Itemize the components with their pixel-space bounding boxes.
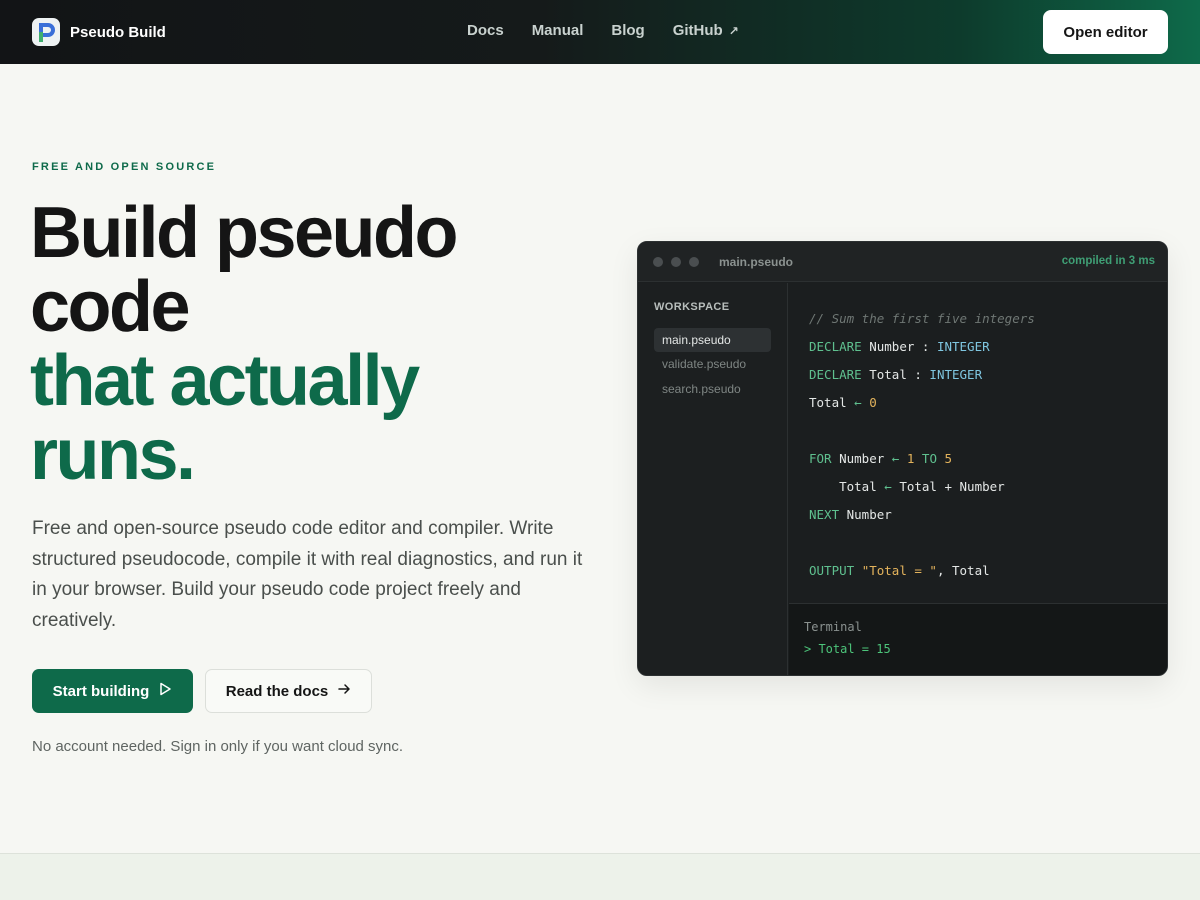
play-icon (158, 682, 172, 700)
hero-headline: Build pseudo code that actually runs. (30, 196, 590, 492)
code-line: NEXT Number (809, 501, 1167, 529)
code-token: Total + Number (891, 479, 1005, 494)
code-line: // Sum the first five integers (809, 305, 1167, 333)
code-line: Total ← 0 (809, 389, 1167, 417)
next-section-band (0, 853, 1200, 900)
code-token: Total : (861, 367, 930, 382)
code-token: ← (884, 479, 892, 494)
headline-green: that actually runs. (30, 341, 420, 495)
code-token: Number (839, 507, 892, 522)
code-token: Number : (861, 339, 937, 354)
brand-name: Pseudo Build (70, 23, 166, 41)
code-token: FOR (809, 451, 832, 466)
editor-preview: main.pseudo compiled in 3 ms WORKSPACE m… (637, 241, 1168, 676)
code-token: 0 (869, 395, 877, 410)
nav-docs[interactable]: Docs (467, 22, 504, 39)
code-token: TO (921, 451, 937, 466)
compile-status: compiled in 3 ms (1061, 255, 1155, 267)
top-navigation-bar: Pseudo Build Docs Manual Blog GitHub ↗ O… (0, 0, 1200, 64)
code-token: NEXT (809, 507, 840, 522)
code-token: Total (809, 479, 885, 494)
code-token: 5 (944, 451, 953, 466)
code-token: OUTPUT (809, 563, 855, 578)
code-token: INTEGER (929, 367, 983, 382)
terminal-title: Terminal (804, 620, 862, 634)
main-nav: Docs Manual Blog GitHub ↗ (467, 22, 739, 39)
nav-manual[interactable]: Manual (532, 22, 584, 39)
window-dot-icon (689, 257, 699, 267)
workspace-label: WORKSPACE (654, 301, 730, 313)
nav-github[interactable]: GitHub ↗ (673, 22, 739, 39)
arrow-right-icon (337, 682, 351, 700)
nav-blog[interactable]: Blog (611, 22, 644, 39)
code-line: DECLARE Number : INTEGER (809, 333, 1167, 361)
start-building-label: Start building (52, 682, 150, 700)
code-token: Total (809, 395, 855, 410)
editor-titlebar: main.pseudo compiled in 3 ms (638, 242, 1167, 282)
window-dot-icon (653, 257, 663, 267)
code-line: Total ← Total + Number (809, 473, 1167, 501)
pseudo-build-logo-icon (32, 18, 60, 46)
code-line: FOR Number ← 1 TO 5 (809, 445, 1167, 473)
read-docs-label: Read the docs (225, 682, 329, 700)
terminal-output: > Total = 15 (804, 642, 891, 656)
code-line: DECLARE Total : INTEGER (809, 361, 1167, 389)
code-token: // Sum the first five integers (809, 311, 1035, 326)
external-arrow-icon: ↗ (728, 23, 739, 38)
code-token: , Total (936, 563, 990, 578)
terminal-panel: Terminal > Total = 15 (789, 603, 1167, 675)
code-token: ← (854, 395, 862, 410)
file-item-search[interactable]: search.pseudo (654, 377, 771, 401)
file-item-validate[interactable]: validate.pseudo (654, 352, 771, 376)
nav-github-label: GitHub (672, 22, 723, 39)
read-docs-button[interactable]: Read the docs (205, 669, 372, 713)
editor-filename: main.pseudo (719, 255, 794, 269)
brand[interactable]: Pseudo Build (32, 18, 166, 46)
no-account-note: No account needed. Sign in only if you w… (32, 738, 404, 755)
window-dot-icon (671, 257, 681, 267)
headline-dark: Build pseudo code (30, 193, 458, 347)
code-line: OUTPUT "Total = ", Total (809, 557, 1167, 585)
file-item-main[interactable]: main.pseudo (654, 328, 771, 352)
code-token: Number (831, 451, 892, 466)
hero-description: Free and open-source pseudo code editor … (32, 518, 583, 631)
code-token: DECLARE (809, 367, 862, 382)
eyebrow-label: FREE AND OPEN SOURCE (32, 161, 217, 173)
workspace-sidebar: WORKSPACE main.pseudo validate.pseudo se… (638, 283, 788, 675)
open-editor-button[interactable]: Open editor (1043, 10, 1168, 54)
code-area[interactable]: // Sum the first five integers DECLARE Nu… (789, 283, 1167, 603)
start-building-button[interactable]: Start building (32, 669, 193, 713)
code-token: INTEGER (936, 339, 990, 354)
code-token: "Total = " (861, 563, 937, 578)
code-token: DECLARE (809, 339, 862, 354)
